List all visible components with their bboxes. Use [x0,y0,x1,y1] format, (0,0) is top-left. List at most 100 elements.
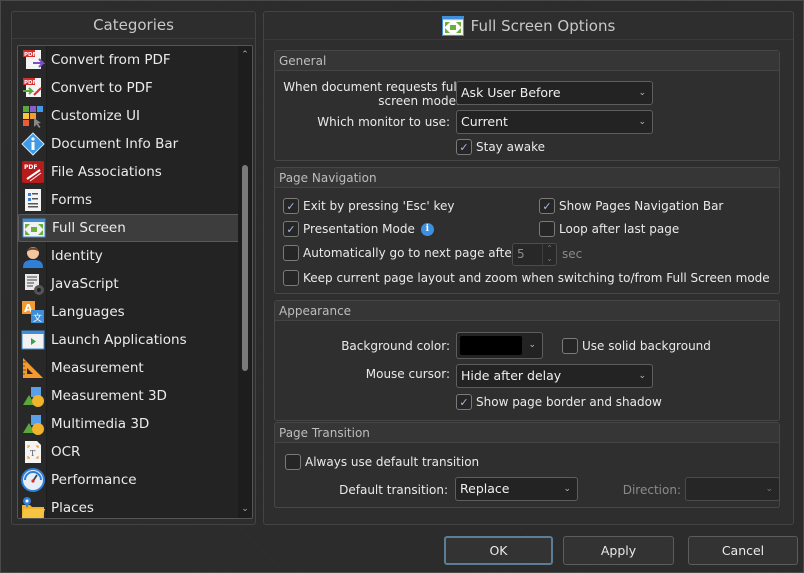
presentation-mode-checkbox[interactable]: ✓ Presentation Mode i [283,221,434,237]
stay-awake-checkbox[interactable]: ✓ Stay awake [456,139,545,155]
category-item[interactable]: Document Info Bar [18,130,240,158]
request-mode-label: When document requests full screen mode: [283,80,460,108]
identity-icon [21,244,45,268]
request-mode-select[interactable]: Ask User Before ⌄ [456,81,653,105]
ocr-icon: T [21,440,45,464]
category-item[interactable]: Launch Applications [18,326,240,354]
default-transition-select[interactable]: Replace ⌄ [455,477,578,501]
categories-items: PDF Convert from PDF PDF Convert to PDF Cust… [18,46,240,518]
category-item[interactable]: Multimedia 3D [18,410,240,438]
scroll-up-icon[interactable]: ⌃ [238,48,252,62]
performance-icon [21,468,45,492]
multimedia-3d-icon [21,412,45,436]
page-navigation-group: Page Navigation ✓ Exit by pressing 'Esc'… [274,167,780,294]
javascript-icon [21,272,45,296]
category-item[interactable]: T OCR [18,438,240,466]
category-item[interactable]: A 文 Languages [18,298,240,326]
checkbox-box[interactable]: ✓ [456,394,472,410]
checkbox-box[interactable] [285,454,301,470]
svg-text:PDF: PDF [24,52,37,58]
always-default-transition-checkbox[interactable]: Always use default transition [285,454,479,470]
default-transition-label: Default transition: [339,483,448,497]
category-item-label: Launch Applications [51,332,187,348]
general-group: General When document requests full scre… [274,50,780,161]
full-screen-icon [441,15,464,36]
appearance-group: Appearance Background color: ⌄ Use solid… [274,300,780,421]
checkbox-box[interactable] [562,338,578,354]
category-item[interactable]: Forms [18,186,240,214]
file-associations-icon: PDF [21,160,45,184]
category-item[interactable]: Measurement [18,354,240,382]
category-item-label: Measurement [51,360,144,376]
page-border-shadow-checkbox[interactable]: ✓ Show page border and shadow [456,394,662,410]
convert-to-pdf-icon: PDF [21,76,45,100]
checkbox-box[interactable] [283,245,299,261]
forms-icon [21,188,45,212]
category-item[interactable]: Customize UI [18,102,240,130]
chevron-down-icon: ⌄ [638,117,646,127]
options-title-bar: Full Screen Options [264,12,793,40]
languages-icon: A文 [21,300,45,324]
auto-next-checkbox[interactable]: Automatically go to next page after: [283,245,521,261]
keep-layout-checkbox[interactable]: Keep current page layout and zoom when s… [283,270,770,286]
direction-label: Direction: [622,483,681,497]
category-item[interactable]: PDF Convert to PDF [18,74,240,102]
info-icon[interactable]: i [420,222,434,236]
chevron-down-icon: ⌄ [765,484,773,494]
solid-background-checkbox[interactable]: Use solid background [562,338,711,354]
chevron-down-icon: ⌄ [638,88,646,98]
category-item-label: Customize UI [51,108,141,124]
checkbox-box[interactable]: ✓ [283,198,299,214]
category-item-label: Convert from PDF [51,52,171,68]
category-item[interactable]: Performance [18,466,240,494]
checkbox-box[interactable] [539,221,555,237]
categories-title: Categories [12,12,255,39]
customize-ui-icon [21,104,45,128]
loop-checkbox[interactable]: Loop after last page [539,221,679,237]
category-item[interactable]: PDF File Associations [18,158,240,186]
checkbox-box[interactable]: ✓ [539,198,555,214]
svg-text:PDF: PDF [24,164,37,171]
checkbox-box[interactable]: ✓ [456,139,472,155]
scroll-thumb[interactable] [242,165,248,371]
category-item-label: Measurement 3D [51,388,167,404]
general-heading: General [275,51,779,71]
categories-scrollbar[interactable]: ⌃ ⌄ [238,46,252,518]
apply-button[interactable]: Apply [563,536,674,565]
show-nav-bar-checkbox[interactable]: ✓ Show Pages Navigation Bar [539,198,723,214]
category-item[interactable]: Identity [18,242,240,270]
appearance-heading: Appearance [275,301,779,321]
direction-select[interactable]: ⌄ [685,477,780,501]
chevron-down-icon: ⌄ [638,371,646,381]
checkbox-box[interactable] [283,270,299,286]
page-transition-heading: Page Transition [275,423,779,443]
category-item-label: Full Screen [52,220,126,236]
measurement-3d-icon [21,384,45,408]
category-item-label: Forms [51,192,93,208]
categories-panel: Categories PDF Convert from PDF PDF Convert… [11,11,256,525]
category-item[interactable]: PDF Convert from PDF [18,46,240,74]
checkbox-box[interactable]: ✓ [283,221,299,237]
category-item-label: Convert to PDF [51,80,153,96]
cancel-button[interactable]: Cancel [688,536,798,565]
category-item[interactable]: JavaScript [18,270,240,298]
ok-button[interactable]: OK [444,536,553,565]
spinner-down-icon[interactable]: ⌄ [543,254,556,264]
mouse-cursor-select[interactable]: Hide after delay ⌄ [456,364,653,388]
category-item-label: Document Info Bar [51,136,179,152]
scroll-down-icon[interactable]: ⌄ [238,502,252,516]
background-color-picker[interactable]: ⌄ [456,332,543,359]
monitor-select[interactable]: Current ⌄ [456,110,653,134]
mouse-cursor-label: Mouse cursor: [365,367,450,381]
auto-next-seconds-spinner[interactable]: 5 ⌃ ⌄ [512,243,557,266]
exit-esc-checkbox[interactable]: ✓ Exit by pressing 'Esc' key [283,198,454,214]
page-navigation-heading: Page Navigation [275,168,779,188]
spinner-up-icon[interactable]: ⌃ [543,244,556,254]
measurement-icon [21,356,45,380]
monitor-label: Which monitor to use: [317,115,450,129]
options-panel: Full Screen Options General When documen… [263,11,794,525]
category-item[interactable]: Full Screen [18,214,240,242]
options-title: Full Screen Options [470,16,616,35]
category-item[interactable]: Places [18,494,240,518]
category-item[interactable]: Measurement 3D [18,382,240,410]
